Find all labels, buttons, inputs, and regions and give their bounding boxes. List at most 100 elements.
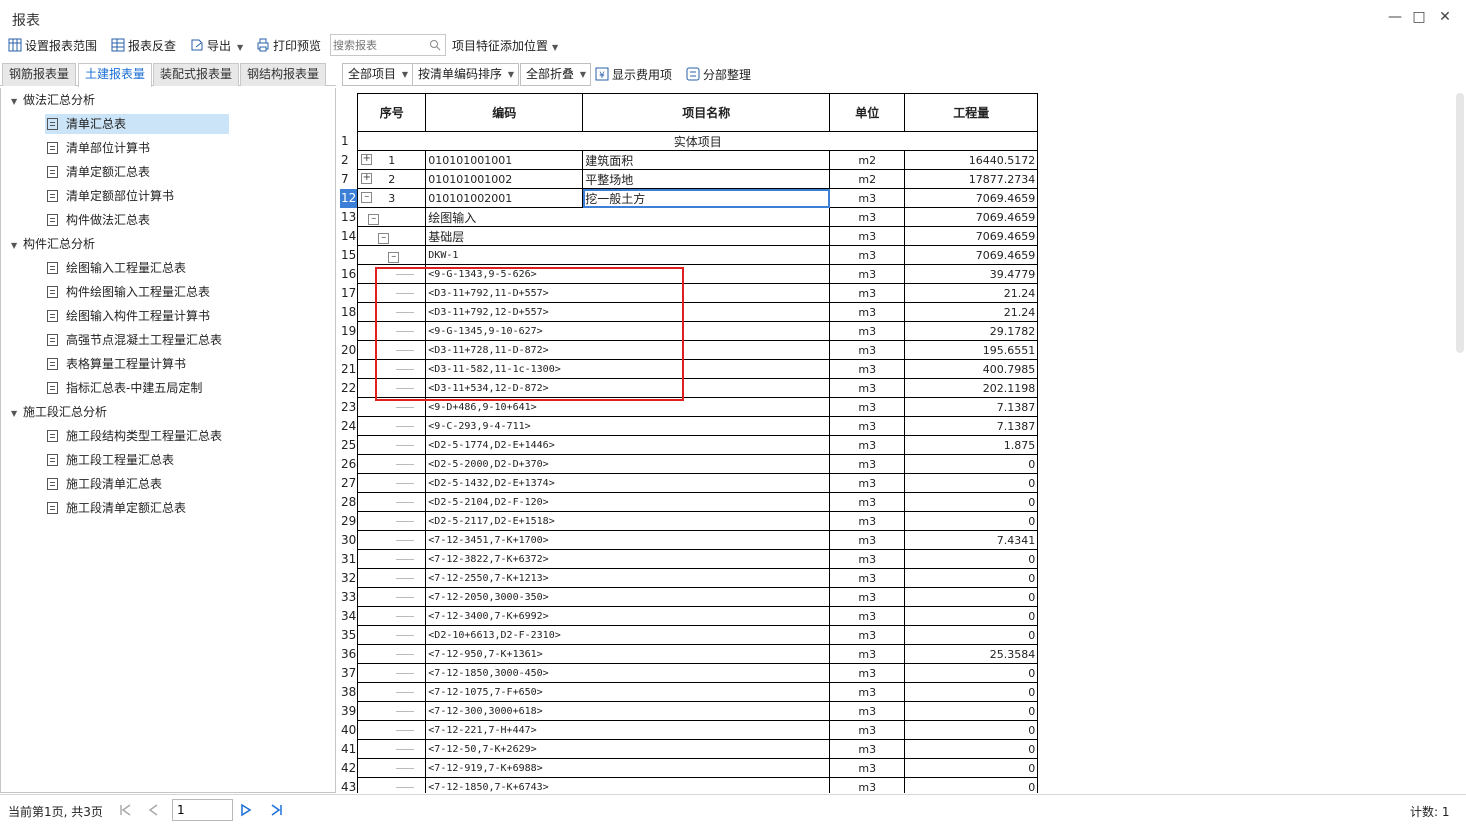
- table-row[interactable]: 40 <7-12-221,7-H+447> m3 0: [340, 720, 1039, 740]
- export-dropdown-icon[interactable]: ▼: [237, 43, 243, 52]
- table-row[interactable]: 37 <7-12-1850,3000-450> m3 0: [340, 663, 1039, 683]
- table-row[interactable]: 38 <7-12-1075,7-F+650> m3 0: [340, 682, 1039, 702]
- collapse-icon[interactable]: –: [378, 232, 390, 244]
- collapse-dropdown[interactable]: 全部折叠 ▼: [520, 63, 592, 86]
- table-row[interactable]: 24 <9-C-293,9-4-711> m3 7.1387: [340, 416, 1039, 436]
- table-row[interactable]: 31 <7-12-3822,7-K+6372> m3 0: [340, 549, 1039, 569]
- table-row[interactable]: 21 <D3-11-582,11-1c-1300> m3 400.7985: [340, 359, 1039, 379]
- feature-position-dropdown[interactable]: 项目特征添加位置 ▼: [452, 36, 558, 56]
- table-row[interactable]: 20 <D3-11+728,11-D-872> m3 195.6551: [340, 340, 1039, 360]
- tree-item[interactable]: 高强节点混凝土工程量汇总表: [45, 330, 228, 350]
- column-header-unit[interactable]: 单位: [829, 93, 906, 132]
- first-page-icon[interactable]: [118, 802, 132, 818]
- table-row[interactable]: 42 <7-12-919,7-K+6988> m3 0: [340, 758, 1039, 778]
- collapse-icon[interactable]: –: [368, 213, 380, 225]
- table-row[interactable]: 35 <D2-10+6613,D2-F-2310> m3 0: [340, 625, 1039, 645]
- tree-item[interactable]: 施工段清单定额汇总表: [45, 498, 192, 518]
- collapse-icon[interactable]: –: [361, 192, 373, 203]
- tree-item[interactable]: 构件绘图输入工程量汇总表: [45, 282, 216, 302]
- section-arrange-button[interactable]: 分部整理: [686, 65, 751, 85]
- tree-item[interactable]: 表格算量工程量计算书: [45, 354, 192, 374]
- tree-item[interactable]: 清单定额汇总表: [45, 162, 156, 182]
- tab-civil[interactable]: 土建报表量: [78, 63, 153, 87]
- table-row[interactable]: 25 <D2-5-1774,D2-E+1446> m3 1.875: [340, 435, 1039, 455]
- table-row-selected[interactable]: 12 –3 010101002001 挖一般土方 m3 7069.4659: [340, 188, 1039, 208]
- table-row[interactable]: 32 <7-12-2550,7-K+1213> m3 0: [340, 568, 1039, 588]
- scope-dropdown[interactable]: 全部项目 ▼: [342, 63, 414, 86]
- show-fee-button[interactable]: ¥ 显示费用项: [595, 65, 672, 85]
- table-row[interactable]: 18 <D3-11+792,12-D+557> m3 21.24: [340, 302, 1039, 322]
- seq-cell: +1: [357, 150, 427, 170]
- tree-item[interactable]: 指标汇总表-中建五局定制: [45, 378, 208, 398]
- print-preview-button[interactable]: 打印预览: [256, 36, 321, 56]
- column-header-name[interactable]: 项目名称: [582, 93, 831, 132]
- table-row[interactable]: 7 +2 010101001002 平整场地 m2 17877.2734: [340, 169, 1039, 189]
- set-range-button[interactable]: 设置报表范围: [8, 36, 97, 56]
- tree-item[interactable]: 构件做法汇总表: [45, 210, 156, 230]
- tree-row[interactable]: 15 – DKW-1 m3 7069.4659: [340, 245, 1039, 265]
- tab-prefab[interactable]: 装配式报表量: [153, 63, 240, 86]
- tree-item[interactable]: 清单部位计算书: [45, 138, 156, 158]
- export-button[interactable]: 导出 ▼: [190, 36, 243, 56]
- table-row[interactable]: 17 <D3-11+792,11-D+557> m3 21.24: [340, 283, 1039, 303]
- tree-item[interactable]: 施工段清单汇总表: [45, 474, 168, 494]
- search-input[interactable]: [331, 35, 425, 55]
- collapse-icon[interactable]: –: [388, 251, 400, 263]
- last-page-icon[interactable]: [270, 802, 284, 818]
- vertical-scrollbar[interactable]: [1456, 93, 1464, 353]
- tree-group-method[interactable]: ▼ 做法汇总分析: [11, 90, 95, 110]
- search-box[interactable]: [330, 34, 446, 56]
- tree-group-component[interactable]: ▼ 构件汇总分析: [11, 234, 95, 254]
- tree-item[interactable]: 绘图输入工程量汇总表: [45, 258, 192, 278]
- table-row[interactable]: 2 +1 010101001001 建筑面积 m2 16440.5172: [340, 150, 1039, 170]
- minimize-icon[interactable]: —: [1386, 8, 1404, 26]
- name-cell-active[interactable]: 挖一般土方: [582, 188, 831, 208]
- tree-group-construction-stage[interactable]: ▼ 施工段汇总分析: [11, 402, 107, 422]
- caret-down-icon[interactable]: ▼: [11, 404, 23, 424]
- column-header-seq[interactable]: 序号: [357, 93, 427, 132]
- caret-down-icon[interactable]: ▼: [11, 236, 23, 256]
- tree-item[interactable]: 施工段工程量汇总表: [45, 450, 180, 470]
- tree-row[interactable]: 14 – 基础层 m3 7069.4659: [340, 226, 1039, 246]
- table-row[interactable]: 16 <9-G-1343,9-5-626> m3 39.4779: [340, 264, 1039, 284]
- tab-rebar[interactable]: 钢筋报表量: [2, 63, 77, 86]
- next-page-icon[interactable]: [239, 802, 253, 818]
- tree-row[interactable]: 13 – 绘图输入 m3 7069.4659: [340, 207, 1039, 227]
- sort-dropdown[interactable]: 按清单编码排序 ▼: [412, 63, 520, 86]
- column-header-quantity[interactable]: 工程量: [904, 93, 1039, 132]
- tree-item[interactable]: 绘图输入构件工程量计算书: [45, 306, 216, 326]
- reverse-check-button[interactable]: 报表反查: [111, 36, 176, 56]
- table-row[interactable]: 29 <D2-5-2117,D2-E+1518> m3 0: [340, 511, 1039, 531]
- page-number-input[interactable]: [173, 800, 231, 820]
- expand-icon[interactable]: +: [361, 154, 373, 165]
- table-row[interactable]: 27 <D2-5-1432,D2-E+1374> m3 0: [340, 473, 1039, 493]
- table-row[interactable]: 39 <7-12-300,3000+618> m3 0: [340, 701, 1039, 721]
- table-row[interactable]: 28 <D2-5-2104,D2-F-120> m3 0: [340, 492, 1039, 512]
- table-row[interactable]: 26 <D2-5-2000,D2-D+370> m3 0: [340, 454, 1039, 474]
- table-row[interactable]: 34 <7-12-3400,7-K+6992> m3 0: [340, 606, 1039, 626]
- tree-item[interactable]: 清单定额部位计算书: [45, 186, 180, 206]
- section-row[interactable]: 1 实体项目: [340, 131, 1039, 151]
- tab-steel[interactable]: 钢结构报表量: [240, 63, 327, 86]
- maximize-icon[interactable]: □: [1410, 8, 1428, 26]
- table-row[interactable]: 41 <7-12-50,7-K+2629> m3 0: [340, 739, 1039, 759]
- table-row[interactable]: 43 <7-12-1850,7-K+6743> m3 0: [340, 777, 1039, 793]
- table-row[interactable]: 22 <D3-11+534,12-D-872> m3 202.1198: [340, 378, 1039, 398]
- column-header-code[interactable]: 编码: [425, 93, 584, 132]
- tree-item[interactable]: 施工段结构类型工程量汇总表: [45, 426, 228, 446]
- prev-page-icon[interactable]: [146, 802, 160, 818]
- table-row[interactable]: 33 <7-12-2050,3000-350> m3 0: [340, 587, 1039, 607]
- row-number: 37: [340, 663, 359, 683]
- table-row[interactable]: 23 <9-D+486,9-10+641> m3 7.1387: [340, 397, 1039, 417]
- table-row[interactable]: 30 <7-12-3451,7-K+1700> m3 7.4341: [340, 530, 1039, 550]
- table-row[interactable]: 19 <9-G-1345,9-10-627> m3 29.1782: [340, 321, 1039, 341]
- close-icon[interactable]: ✕: [1436, 8, 1454, 26]
- search-icon[interactable]: [429, 39, 441, 51]
- caret-down-icon[interactable]: ▼: [11, 92, 23, 112]
- page-number-box[interactable]: [172, 799, 233, 821]
- report-grid[interactable]: 序号 编码 项目名称 单位 工程量 1 实体项目 2 +1 0101010010…: [340, 93, 1455, 793]
- expand-icon[interactable]: +: [361, 173, 373, 184]
- tree-item-bill-summary[interactable]: 清单汇总表: [45, 114, 229, 134]
- table-row[interactable]: 36 <7-12-950,7-K+1361> m3 25.3584: [340, 644, 1039, 664]
- quantity-cell: 0: [904, 720, 1039, 740]
